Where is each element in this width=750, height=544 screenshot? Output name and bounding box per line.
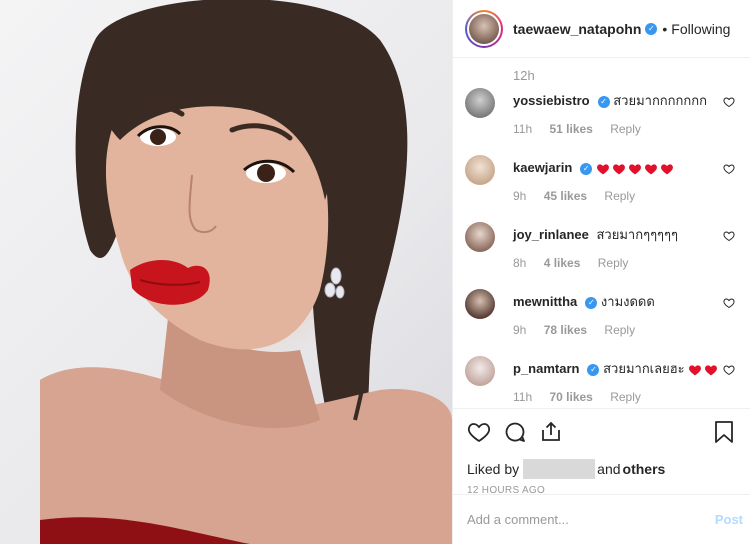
commenter-avatar[interactable]	[465, 88, 495, 118]
heart-icon[interactable]	[467, 420, 491, 444]
reply-button[interactable]: Reply	[604, 323, 635, 337]
post-button[interactable]: Post	[715, 512, 743, 527]
commenter-avatar[interactable]	[465, 155, 495, 185]
comment-likes[interactable]: 78 likes	[544, 323, 587, 337]
verified-icon: ✓	[585, 296, 598, 309]
heart-icon[interactable]	[723, 230, 735, 242]
comment-item: p_namtarn ✓ สวยมากเลยฮะ 11h 70 likes Repl…	[453, 350, 750, 408]
red-heart-icon	[612, 164, 625, 175]
comment-username[interactable]: yossiebistro	[513, 93, 590, 108]
reply-button[interactable]: Reply	[610, 122, 641, 136]
and-label: and	[597, 461, 621, 477]
heart-icon[interactable]	[723, 297, 735, 309]
red-heart-icon	[689, 365, 702, 376]
red-heart-icon	[596, 164, 609, 175]
comments-list[interactable]: 12h yossiebistro ✓ สวยมากกกกกกก 11h 51 li…	[453, 58, 750, 408]
commenter-avatar[interactable]	[465, 289, 495, 319]
comment-username[interactable]: mewnittha	[513, 294, 577, 309]
reply-button[interactable]: Reply	[610, 390, 641, 404]
red-heart-icon	[628, 164, 641, 175]
comment-input[interactable]	[467, 512, 715, 527]
comment-likes[interactable]: 4 likes	[544, 256, 581, 270]
comment-username[interactable]: p_namtarn	[513, 361, 579, 376]
verified-icon: ✓	[597, 95, 610, 108]
comment-time[interactable]: 9h	[513, 323, 526, 337]
separator-dot: •	[662, 20, 668, 37]
comment-icon[interactable]	[503, 420, 527, 444]
commenter-avatar[interactable]	[465, 222, 495, 252]
comment-text: สวยมากเลยฮะ	[603, 361, 685, 376]
comment-text: งามงดดด	[600, 294, 655, 309]
comment-time[interactable]: 9h	[513, 189, 526, 203]
heart-icon[interactable]	[723, 96, 735, 108]
comment-likes[interactable]: 51 likes	[549, 122, 592, 136]
post-photo[interactable]	[0, 0, 452, 544]
post-actions: Liked by and others 12 HOURS AGO	[453, 408, 750, 496]
reply-button[interactable]: Reply	[604, 189, 635, 203]
commenter-avatar[interactable]	[465, 356, 495, 386]
comment-time[interactable]: 8h	[513, 256, 526, 270]
comment-likes[interactable]: 45 likes	[544, 189, 587, 203]
heart-emoji-group	[596, 162, 674, 175]
comment-username[interactable]: joy_rinlanee	[513, 227, 589, 242]
comment-item: joy_rinlanee สวยมากๆๆๆๆๆ 8h 4 likes Repl…	[453, 216, 750, 283]
comment-text: สวยมากๆๆๆๆๆ	[596, 227, 679, 242]
comment-username[interactable]: kaewjarin	[513, 160, 572, 175]
reply-button[interactable]: Reply	[598, 256, 629, 270]
heart-icon[interactable]	[723, 364, 735, 376]
following-button[interactable]: Following	[671, 21, 730, 37]
heart-icon[interactable]	[723, 163, 735, 175]
author-username[interactable]: taewaew_natapohn	[513, 21, 641, 37]
comment-time[interactable]: 11h	[513, 122, 532, 136]
verified-icon: ✓	[580, 162, 593, 175]
comment-item: kaewjarin ✓ 9h 45 likes Reply	[453, 149, 750, 216]
red-heart-icon	[644, 164, 657, 175]
liked-by-label: Liked by	[467, 461, 520, 477]
red-heart-icon	[705, 365, 718, 376]
heart-emoji-group	[688, 363, 718, 376]
comment-composer: Post	[453, 494, 750, 544]
redacted-username	[523, 459, 596, 479]
post-header: taewaew_natapohn ✓ • Following	[453, 0, 750, 58]
comment-item: yossiebistro ✓ สวยมากกกกกกก 11h 51 likes …	[453, 82, 750, 149]
comment-item: mewnittha ✓ งามงดดด 9h 78 likes Reply	[453, 283, 750, 350]
post-sidebar: taewaew_natapohn ✓ • Following 12h yossi…	[452, 0, 750, 544]
share-icon[interactable]	[539, 420, 563, 444]
caption-time: 12h	[513, 68, 535, 83]
red-heart-icon	[660, 164, 673, 175]
comment-text: สวยมากกกกกกก	[613, 93, 708, 108]
others-link[interactable]: others	[623, 461, 666, 477]
comment-likes[interactable]: 70 likes	[549, 390, 592, 404]
verified-icon: ✓	[587, 363, 600, 376]
verified-icon: ✓	[645, 22, 658, 35]
author-avatar[interactable]	[465, 9, 503, 48]
portrait-illustration	[40, 0, 452, 544]
bookmark-icon[interactable]	[713, 420, 735, 444]
comment-time[interactable]: 11h	[513, 390, 532, 404]
likes-summary: Liked by and others	[467, 459, 735, 479]
